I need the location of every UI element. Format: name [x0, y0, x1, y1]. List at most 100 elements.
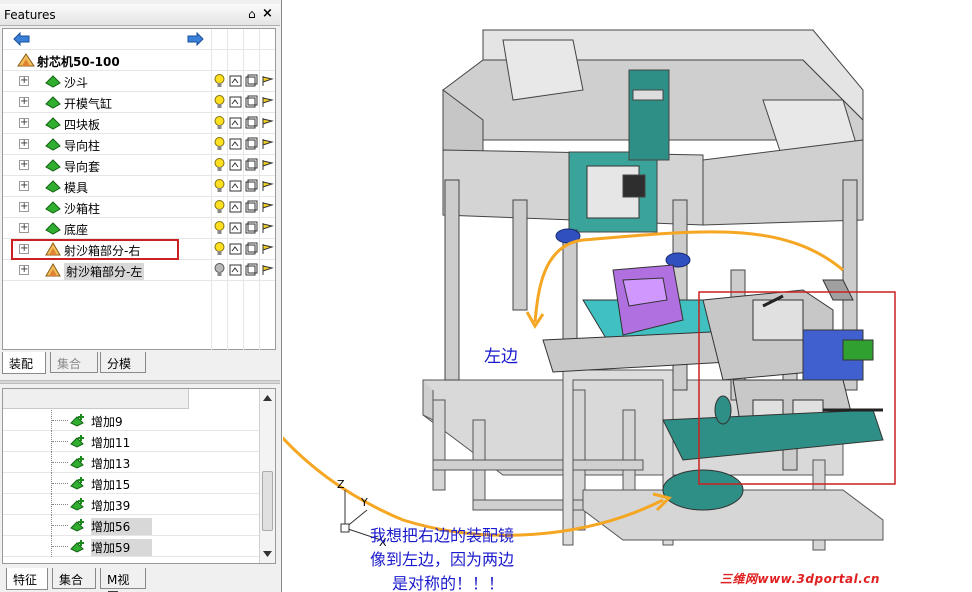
flag-icon[interactable]	[261, 179, 274, 193]
tree-item-label: 导向套	[64, 160, 101, 174]
lightbulb-icon[interactable]	[213, 116, 226, 130]
expand-icon[interactable]: +	[19, 76, 29, 86]
list-item[interactable]: 增加15	[3, 473, 259, 494]
expand-icon[interactable]: +	[19, 139, 29, 149]
row-toggle-icons	[213, 263, 275, 278]
box-icon[interactable]	[229, 137, 242, 151]
scrollbar[interactable]	[259, 389, 275, 563]
layer-icon[interactable]	[245, 179, 258, 193]
scroll-up-icon[interactable]	[263, 395, 272, 401]
tree-nav-row	[3, 29, 275, 50]
list-item[interactable]: 增加11	[3, 431, 259, 452]
tab-collection-bottom[interactable]: 集合	[52, 568, 96, 589]
list-item[interactable]: 增加13	[3, 452, 259, 473]
layer-icon[interactable]	[245, 137, 258, 151]
box-icon[interactable]	[229, 158, 242, 172]
row-toggle-icons	[213, 179, 275, 194]
expand-icon[interactable]: +	[19, 97, 29, 107]
box-icon[interactable]	[229, 200, 242, 214]
splitter[interactable]	[0, 380, 280, 384]
highlight-box	[11, 239, 179, 260]
list-item[interactable]: 增加59	[3, 536, 259, 557]
tree-item-label: 四块板	[64, 118, 101, 132]
assembly-icon	[17, 53, 35, 67]
box-icon[interactable]	[229, 242, 242, 256]
flag-icon[interactable]	[261, 137, 274, 151]
tab-features[interactable]: 特征	[6, 568, 48, 590]
tree-item[interactable]: + 模具	[3, 176, 275, 197]
tab-assembly[interactable]: 装配	[2, 352, 46, 374]
expand-icon[interactable]: +	[19, 223, 29, 233]
tree-root-label: 射芯机50-100	[37, 55, 120, 69]
box-icon[interactable]	[229, 74, 242, 88]
flag-icon[interactable]	[261, 242, 274, 256]
cad-viewport[interactable]: Z Y X	[283, 0, 972, 592]
tree-item[interactable]: + 导向套	[3, 155, 275, 176]
box-icon[interactable]	[229, 221, 242, 235]
row-toggle-icons	[213, 242, 275, 257]
tab-split-mold[interactable]: 分模	[100, 352, 146, 373]
tree-item[interactable]: + 沙箱柱	[3, 197, 275, 218]
lightbulb-icon[interactable]	[213, 95, 226, 109]
layer-icon[interactable]	[245, 158, 258, 172]
list-item[interactable]: 增加9	[3, 410, 259, 431]
close-icon[interactable]: ×	[262, 6, 273, 21]
flag-icon[interactable]	[261, 200, 274, 214]
expand-icon[interactable]: +	[19, 118, 29, 128]
lightbulb-icon[interactable]	[213, 200, 226, 214]
box-icon[interactable]	[229, 179, 242, 193]
lightbulb-icon[interactable]	[213, 158, 226, 172]
flag-icon[interactable]	[261, 221, 274, 235]
list-item-label: 增加39	[91, 499, 131, 513]
expand-icon[interactable]: +	[19, 181, 29, 191]
tree-root[interactable]: 射芯机50-100	[3, 50, 275, 71]
scroll-down-icon[interactable]	[263, 551, 272, 557]
pin-icon[interactable]: ⌂	[248, 7, 256, 21]
list-item[interactable]: 增加39	[3, 494, 259, 515]
flag-icon[interactable]	[261, 95, 274, 109]
axis-z-label: Z	[337, 478, 345, 491]
box-icon[interactable]	[229, 95, 242, 109]
lightbulb-icon[interactable]	[213, 221, 226, 235]
tree-item[interactable]: + 开模气缸	[3, 92, 275, 113]
flag-icon[interactable]	[261, 74, 274, 88]
flag-icon[interactable]	[261, 116, 274, 130]
tree-item[interactable]: + 四块板	[3, 113, 275, 134]
expand-icon[interactable]: +	[19, 202, 29, 212]
scroll-thumb[interactable]	[262, 471, 273, 531]
expand-icon[interactable]: +	[19, 160, 29, 170]
tree-item[interactable]: + 沙斗	[3, 71, 275, 92]
layer-icon[interactable]	[245, 116, 258, 130]
panel-titlebar: Features ⌂ ×	[0, 4, 280, 26]
lightbulb-icon[interactable]	[213, 179, 226, 193]
tabs-bottom: 特征 集合 M视图	[2, 568, 276, 592]
tree-item[interactable]: + 底座	[3, 218, 275, 239]
lightbulb-icon[interactable]	[213, 137, 226, 151]
box-icon[interactable]	[229, 116, 242, 130]
lightbulb-icon[interactable]	[213, 74, 226, 88]
tab-collection[interactable]: 集合	[50, 352, 98, 373]
lightbulb-off-icon[interactable]	[213, 263, 226, 277]
layer-icon[interactable]	[245, 200, 258, 214]
arrow-forward-icon[interactable]	[186, 32, 204, 46]
box-icon[interactable]	[229, 263, 242, 277]
expand-icon[interactable]: +	[19, 265, 29, 275]
feature-list: 增加9 增加11 增加13 增加15 增加39 增加56 增加59	[2, 388, 276, 564]
flag-icon[interactable]	[261, 263, 274, 277]
arrow-back-icon[interactable]	[13, 32, 31, 46]
part-icon	[45, 75, 61, 88]
layer-icon[interactable]	[245, 221, 258, 235]
list-item-label: 增加56	[91, 518, 153, 535]
tree-item-left-assembly[interactable]: + 射沙箱部分-左	[3, 260, 275, 281]
part-icon	[45, 96, 61, 109]
layer-icon[interactable]	[245, 263, 258, 277]
flag-icon[interactable]	[261, 158, 274, 172]
tree-item[interactable]: + 导向柱	[3, 134, 275, 155]
list-item[interactable]: 增加56	[3, 515, 259, 536]
layer-icon[interactable]	[245, 74, 258, 88]
tab-m-view[interactable]: M视图	[100, 568, 146, 592]
add-feature-icon	[70, 498, 84, 511]
layer-icon[interactable]	[245, 242, 258, 256]
layer-icon[interactable]	[245, 95, 258, 109]
lightbulb-icon[interactable]	[213, 242, 226, 256]
